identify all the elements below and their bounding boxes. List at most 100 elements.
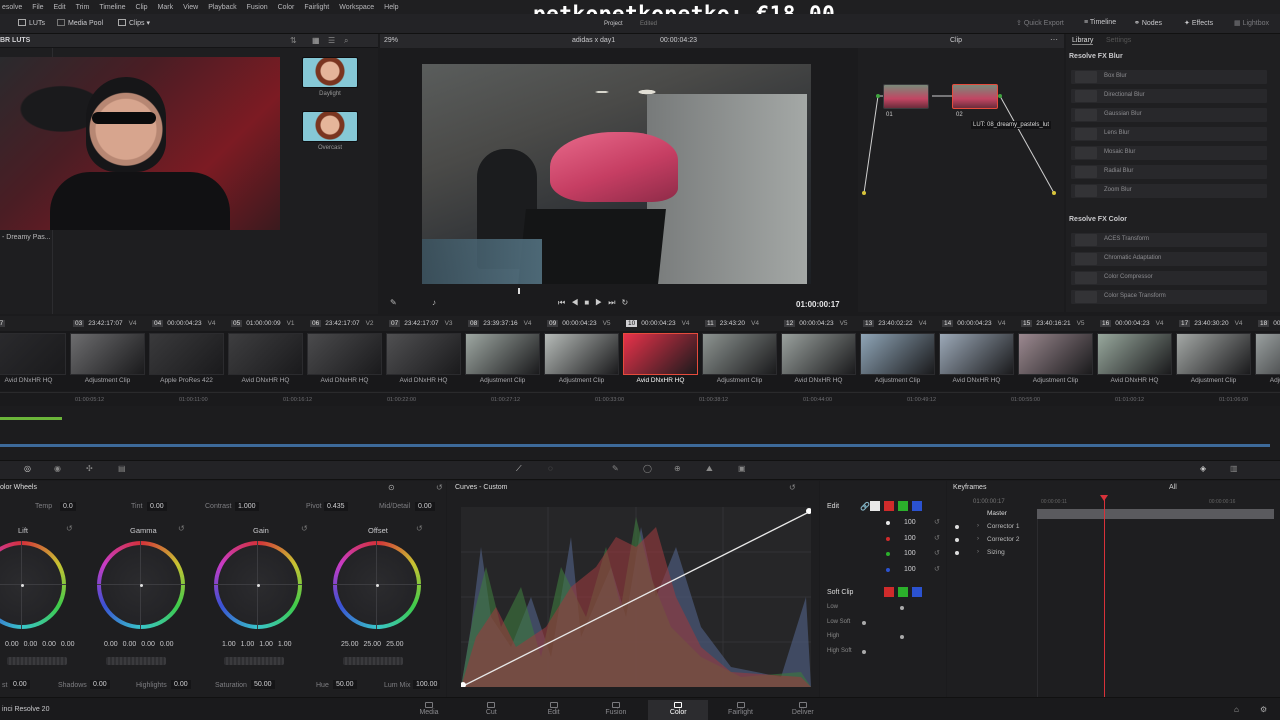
softclip-b-toggle[interactable] bbox=[912, 587, 922, 597]
info-icon[interactable]: ▥ bbox=[1230, 464, 1238, 473]
expand-arrow-icon[interactable]: › bbox=[977, 536, 979, 542]
page-tab-deliver[interactable]: Deliver bbox=[773, 700, 833, 716]
clip-thumbnail[interactable] bbox=[149, 333, 224, 375]
color-wheel[interactable] bbox=[214, 541, 302, 629]
transport-controls[interactable]: ⏮◀■▶⏭↻ bbox=[558, 298, 634, 308]
menu-item[interactable]: Trim bbox=[76, 4, 90, 11]
temp-value[interactable]: 0.0 bbox=[60, 502, 76, 511]
timeline-name[interactable]: adidas x day1 bbox=[572, 37, 615, 44]
clip-thumbnail[interactable] bbox=[70, 333, 145, 375]
grid-view-icon[interactable]: ▦ bbox=[312, 36, 320, 45]
wheel-center-handle[interactable] bbox=[21, 584, 24, 587]
rgb-mixer-icon[interactable]: ✣ bbox=[86, 464, 93, 473]
channel-value[interactable]: 100 bbox=[904, 566, 916, 573]
primaries-mode-icon[interactable]: ⊙ bbox=[388, 483, 395, 492]
clip-thumbnail[interactable] bbox=[1176, 333, 1251, 375]
lut-thumb-overcast[interactable] bbox=[302, 111, 358, 142]
param-value[interactable]: 50.00 bbox=[251, 680, 275, 689]
scrubber-playhead[interactable] bbox=[518, 288, 520, 294]
home-icon[interactable]: ⌂ bbox=[1234, 705, 1239, 714]
reset-all-icon[interactable]: ↺ bbox=[436, 483, 443, 492]
fx-item[interactable]: Mosaic Blur bbox=[1071, 146, 1267, 160]
clip-thumbnail[interactable] bbox=[307, 333, 382, 375]
param-value[interactable]: 0.00 bbox=[90, 680, 110, 689]
menu-item[interactable]: File bbox=[32, 4, 43, 11]
magic-mask-icon[interactable]: ⛰ bbox=[706, 464, 713, 474]
fx-item[interactable]: Radial Blur bbox=[1071, 165, 1267, 179]
wheel-value[interactable]: 1.00 bbox=[278, 641, 292, 648]
wheel-value[interactable]: 0.00 bbox=[5, 641, 19, 648]
more-options-icon[interactable]: ⋯ bbox=[1050, 35, 1058, 44]
channel-r-toggle[interactable] bbox=[884, 501, 894, 511]
media-pool-tab[interactable]: Media Pool bbox=[57, 19, 103, 27]
menu-item[interactable]: Clip bbox=[136, 4, 148, 11]
wheel-value[interactable]: 0.00 bbox=[160, 641, 174, 648]
menu-item[interactable]: Help bbox=[384, 4, 398, 11]
wheel-value[interactable]: 1.00 bbox=[259, 641, 273, 648]
keyframes-playhead[interactable] bbox=[1104, 497, 1105, 697]
menu-item[interactable]: Mark bbox=[158, 4, 174, 11]
blur-icon[interactable]: ▣ bbox=[738, 464, 746, 473]
menu-item[interactable]: Workspace bbox=[339, 4, 374, 11]
master-jog-wheel[interactable] bbox=[7, 657, 67, 665]
expand-arrow-icon[interactable]: › bbox=[977, 549, 979, 555]
menu-item[interactable]: Fairlight bbox=[304, 4, 329, 11]
link-icon[interactable]: 🔗 bbox=[860, 502, 870, 511]
color-wheel[interactable] bbox=[97, 541, 185, 629]
wheel-reset-icon[interactable]: ↺ bbox=[301, 524, 308, 533]
keyframes-filter[interactable]: All bbox=[1169, 484, 1177, 491]
node-02[interactable] bbox=[952, 84, 998, 109]
channel-value[interactable]: 100 bbox=[904, 519, 916, 526]
clip-thumbnail[interactable] bbox=[860, 333, 935, 375]
quick-export-button[interactable]: ⇪ Quick Export bbox=[1016, 19, 1064, 27]
clip-thumbnail[interactable] bbox=[228, 333, 303, 375]
page-tab-cut[interactable]: Cut bbox=[461, 700, 521, 716]
softclip-slider[interactable] bbox=[862, 649, 866, 654]
playhead-marker-icon[interactable] bbox=[1100, 495, 1108, 501]
clip-thumbnail[interactable] bbox=[1255, 333, 1280, 375]
master-jog-wheel[interactable] bbox=[106, 657, 166, 665]
menu-item[interactable]: View bbox=[183, 4, 198, 11]
wheel-value[interactable]: 25.00 bbox=[386, 641, 404, 648]
tint-value[interactable]: 0.00 bbox=[147, 502, 167, 511]
scopes-toggle-icon[interactable]: ◈ bbox=[1200, 464, 1206, 473]
softclip-slider[interactable] bbox=[900, 606, 904, 610]
param-value[interactable]: 50.00 bbox=[333, 680, 357, 689]
color-warper-icon[interactable]: ◌ bbox=[548, 464, 553, 473]
wheel-value[interactable]: 1.00 bbox=[241, 641, 255, 648]
tab-settings[interactable]: Settings bbox=[1106, 37, 1131, 44]
wheel-value[interactable]: 0.00 bbox=[24, 641, 38, 648]
color-wheel[interactable] bbox=[333, 541, 421, 629]
page-tab-fusion[interactable]: Fusion bbox=[586, 700, 646, 716]
softclip-slider[interactable] bbox=[900, 635, 904, 639]
qualifier-icon[interactable]: ✎ bbox=[612, 464, 619, 473]
wheel-reset-icon[interactable]: ↺ bbox=[178, 524, 185, 533]
curves-reset-icon[interactable]: ↺ bbox=[789, 483, 796, 492]
video-track-bar[interactable] bbox=[0, 444, 1270, 447]
clip-thumbnail[interactable] bbox=[623, 333, 698, 375]
hdr-icon[interactable]: ◉ bbox=[54, 464, 61, 473]
channel-reset-icon[interactable]: ↺ bbox=[934, 518, 940, 526]
wheel-center-handle[interactable] bbox=[140, 584, 143, 587]
search-icon[interactable]: ⌕ bbox=[344, 36, 348, 46]
wheel-value[interactable]: 25.00 bbox=[364, 641, 382, 648]
volume-icon[interactable]: ♪ bbox=[432, 298, 436, 307]
menu-item[interactable]: Edit bbox=[54, 4, 66, 11]
param-value[interactable]: 100.00 bbox=[413, 680, 441, 689]
menu-item[interactable]: Playback bbox=[208, 4, 236, 11]
window-icon[interactable]: ◯ bbox=[643, 464, 652, 473]
clip-thumbnail[interactable] bbox=[386, 333, 461, 375]
lut-thumb-daylight[interactable] bbox=[302, 57, 358, 88]
section-color-title[interactable]: Resolve FX Color bbox=[1069, 216, 1127, 223]
curves-graph[interactable] bbox=[461, 507, 811, 687]
softclip-r-toggle[interactable] bbox=[884, 587, 894, 597]
page-tab-color[interactable]: Color bbox=[648, 700, 709, 720]
fx-item[interactable]: Zoom Blur bbox=[1071, 184, 1267, 198]
settings-icon[interactable]: ⚙ bbox=[1260, 705, 1267, 714]
tracker-icon[interactable]: ⊕ bbox=[674, 464, 681, 473]
channel-reset-icon[interactable]: ↺ bbox=[934, 534, 940, 542]
fx-item[interactable]: Box Blur bbox=[1071, 70, 1267, 84]
clip-thumbnail[interactable] bbox=[0, 333, 66, 375]
wheel-value[interactable]: 1.00 bbox=[222, 641, 236, 648]
clip-thumbnail[interactable] bbox=[465, 333, 540, 375]
